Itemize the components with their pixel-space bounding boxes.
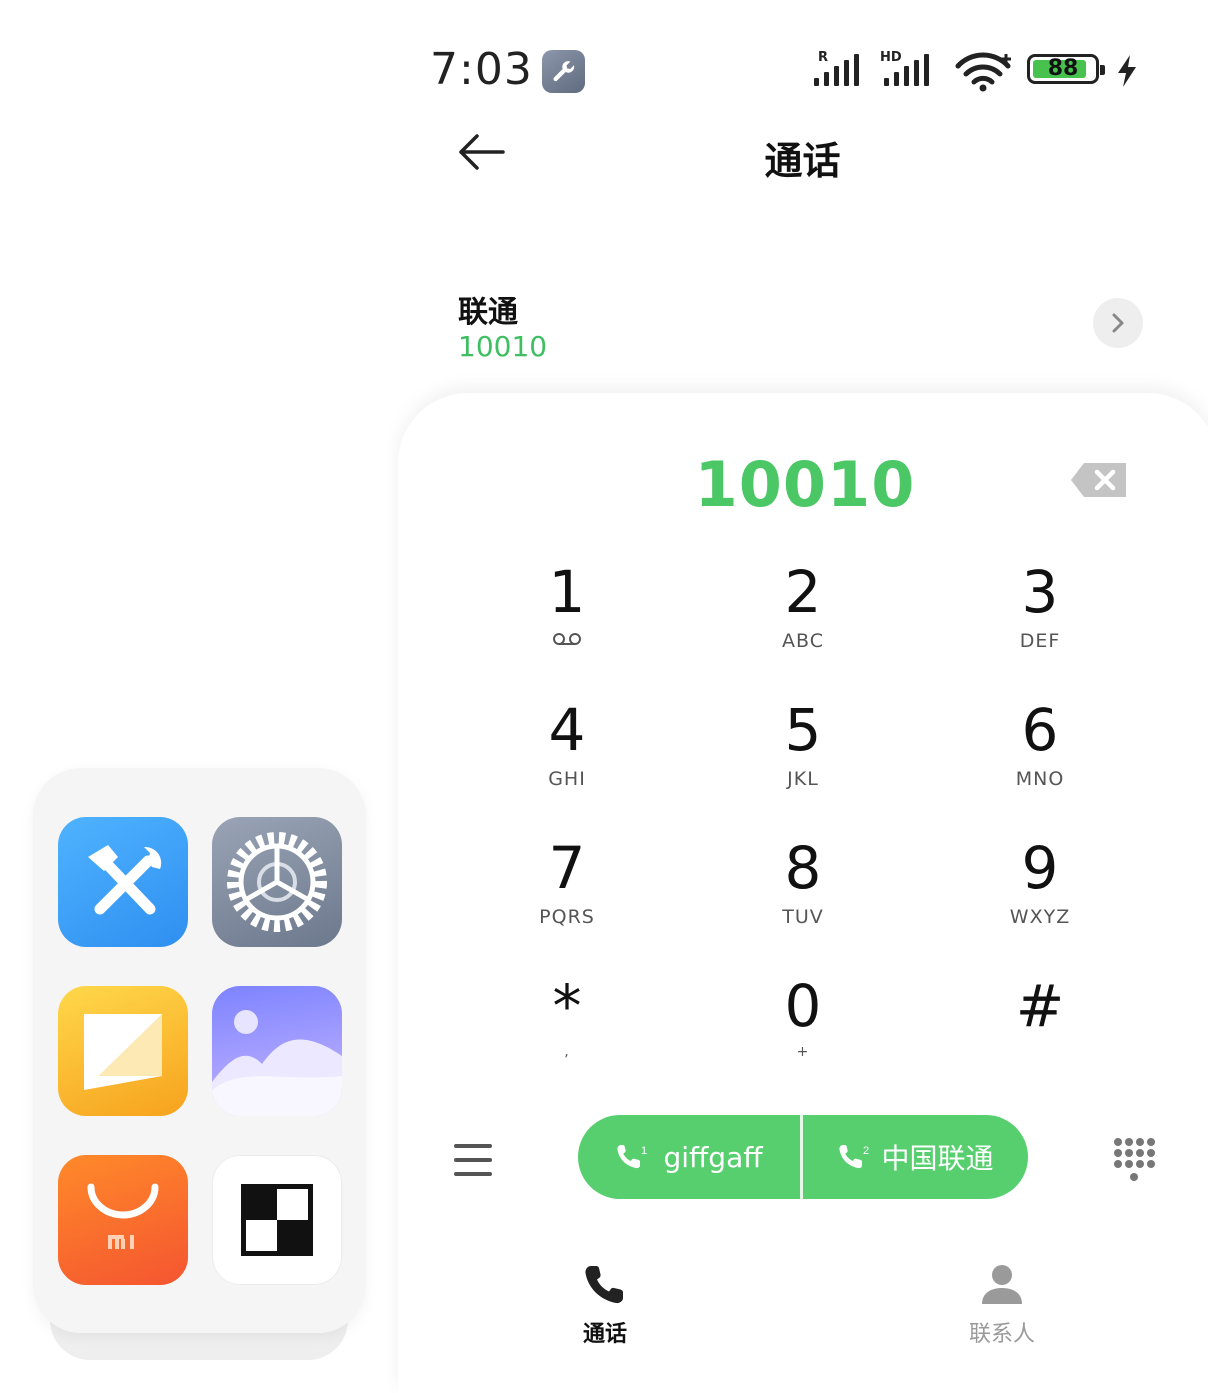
dial-input[interactable]: 10010 [560,448,1050,521]
charging-icon [1118,55,1136,87]
phone-sim1-icon: 1 [617,1145,648,1169]
key-digit: 1 [548,558,586,626]
key-letters: MNO [1015,768,1065,790]
checker-app-icon[interactable] [212,1155,342,1285]
key-letters: + [796,1044,810,1060]
key-5[interactable]: 5 JKL [703,698,903,808]
key-letters: WXYZ [1009,906,1071,928]
notes-app-icon[interactable] [58,986,188,1116]
recent-apps-card [33,768,366,1333]
tab-contacts-label: 联系人 [968,1322,1035,1347]
key-digit: 5 [784,696,822,764]
backspace-icon [1071,463,1126,497]
settings-app-icon[interactable] [212,817,342,947]
key-2[interactable]: 2 ABC [703,560,903,670]
battery-percent: 88 [1047,56,1079,81]
key-3[interactable]: 3 DEF [940,560,1140,670]
gallery-app-icon[interactable] [212,986,342,1116]
voicemail-icon [553,633,581,645]
key-letters: JKL [787,768,819,790]
call-sim2-button[interactable]: 2 中国联通 [803,1115,1028,1199]
key-4[interactable]: 4 GHI [467,698,667,808]
key-letters: , [564,1044,570,1060]
tab-calls[interactable]: 通话 [563,1262,647,1348]
key-digit: 7 [548,834,586,902]
page-title: 通话 [764,139,841,183]
key-digit: * [552,972,582,1040]
key-hash[interactable]: # [940,974,1140,1084]
key-digit: 0 [784,972,822,1040]
key-digit: 8 [784,834,822,902]
mi-store-app-icon[interactable] [58,1155,188,1285]
key-9[interactable]: 9 WXYZ [940,836,1140,946]
battery-icon: 88 [1027,54,1105,84]
suggestion-detail-button[interactable] [1093,298,1143,348]
menu-icon [454,1144,492,1176]
key-letters: PQRS [539,906,595,928]
backspace-button[interactable] [1070,462,1128,498]
wrench-icon [542,50,585,93]
key-digit: # [1015,972,1065,1040]
suggestion-number[interactable]: 10010 [458,330,547,363]
status-icons: R HD 88 [812,48,1142,92]
key-0[interactable]: 0 + [703,974,903,1084]
phone-sim2-icon: 2 [839,1145,870,1169]
status-time: 7:03 [430,44,533,95]
dialpad-icon [1114,1138,1155,1181]
phone-icon [585,1266,623,1304]
sim2-index: 2 [863,1145,869,1157]
call-sim1-label: giffgaff [663,1140,763,1174]
sim1-index: 1 [641,1145,647,1157]
tab-contacts[interactable]: 联系人 [960,1262,1044,1348]
call-sim2-label: 中国联通 [881,1142,994,1175]
key-6[interactable]: 6 MNO [940,698,1140,808]
wifi-icon [955,52,1011,92]
tools-app-icon[interactable] [58,817,188,947]
hide-keypad-button[interactable] [1113,1137,1155,1185]
signal-icon [814,50,872,86]
back-button[interactable] [455,130,507,174]
key-digit: 2 [784,558,822,626]
call-button-group: 1 giffgaff 2 中国联通 [578,1115,1028,1199]
menu-button[interactable] [452,1140,494,1180]
key-1[interactable]: 1 [467,560,667,670]
key-letters: GHI [548,768,586,790]
key-letters: DEF [1019,630,1061,652]
key-letters: TUV [782,906,824,928]
signal-icon [884,50,942,86]
chevron-right-icon [1112,313,1124,333]
key-digit: 6 [1021,696,1059,764]
suggestion-name[interactable]: 联通 [458,287,518,331]
key-7[interactable]: 7 PQRS [467,836,667,946]
arrow-left-icon [459,134,505,170]
key-8[interactable]: 8 TUV [703,836,903,946]
call-sim1-button[interactable]: 1 giffgaff [578,1115,800,1199]
person-icon [982,1265,1022,1304]
key-star[interactable]: *, [467,974,667,1084]
key-letters: ABC [782,630,824,652]
key-digit: 4 [548,696,586,764]
tab-calls-label: 通话 [582,1322,627,1347]
key-digit: 9 [1021,834,1059,902]
key-digit: 3 [1021,558,1059,626]
